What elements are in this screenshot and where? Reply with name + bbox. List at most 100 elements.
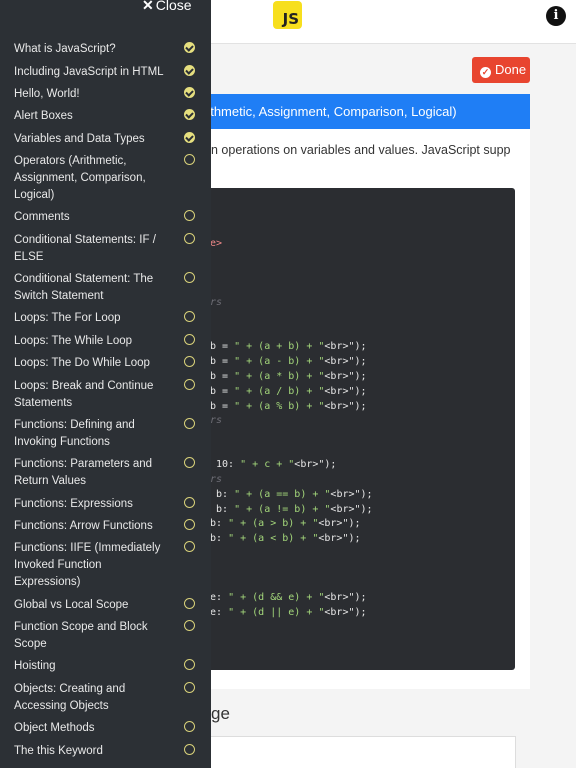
incomplete-circle-icon: [184, 541, 195, 552]
code-line: b: " + (a == b) + "<br>");: [210, 489, 373, 500]
sidebar-item[interactable]: Operators (Arithmetic, Assignment, Compa…: [14, 153, 195, 204]
sidebar-item-label: Functions: Defining and Invoking Functio…: [14, 419, 135, 448]
sidebar-item[interactable]: The this Keyword: [14, 743, 195, 760]
sidebar-item[interactable]: Conditional Statements: IF / ELSE: [14, 232, 195, 266]
sidebar-item-label: Hoisting: [14, 660, 56, 672]
code-line: e>: [210, 238, 223, 249]
sidebar-item[interactable]: Loops: Break and Continue Statements: [14, 378, 195, 412]
incomplete-circle-icon: [184, 272, 195, 283]
sidebar-item-label: Object Methods: [14, 722, 95, 734]
sidebar-item[interactable]: Functions: Parameters and Return Values: [14, 456, 195, 490]
sidebar-item[interactable]: Functions: Arrow Functions: [14, 518, 195, 535]
sidebar-item-label: Functions: Arrow Functions: [14, 520, 153, 532]
incomplete-circle-icon: [184, 721, 195, 732]
sidebar-item-label: Conditional Statement: The Switch Statem…: [14, 273, 154, 302]
done-button-label: Done: [495, 62, 527, 77]
incomplete-circle-icon: [184, 418, 195, 429]
code-line: b = " + (a % b) + "<br>");: [210, 401, 367, 412]
completed-check-icon: [184, 42, 195, 53]
sidebar-item[interactable]: Loops: The While Loop: [14, 333, 195, 350]
sidebar-item-label: Comments: [14, 211, 70, 223]
sidebar-item-label: Loops: The For Loop: [14, 312, 121, 324]
incomplete-circle-icon: [184, 311, 195, 322]
close-button[interactable]: ✕ Close: [142, 0, 192, 14]
sidebar-item[interactable]: Loops: The Do While Loop: [14, 355, 195, 372]
incomplete-circle-icon: [184, 379, 195, 390]
close-button-label: Close: [155, 0, 192, 13]
code-line: e: " + (d && e) + "<br>");: [210, 592, 367, 603]
sidebar-item[interactable]: Functions: IIFE (Immediately Invoked Fun…: [14, 540, 195, 591]
completed-check-icon: [184, 87, 195, 98]
completed-check-icon: [184, 109, 195, 120]
incomplete-circle-icon: [184, 682, 195, 693]
check-circle-icon: ✓: [480, 67, 491, 78]
sidebar-item-label: Functions: Parameters and Return Values: [14, 458, 153, 487]
incomplete-circle-icon: [184, 334, 195, 345]
sidebar-item[interactable]: What is JavaScript?: [14, 41, 195, 58]
code-line: e: " + (d || e) + "<br>");: [210, 607, 367, 618]
incomplete-circle-icon: [184, 233, 195, 244]
lesson-intro-text: n operations on variables and values. Ja…: [211, 143, 511, 157]
sidebar-item[interactable]: Hoisting: [14, 658, 195, 675]
incomplete-circle-icon: [184, 744, 195, 755]
incomplete-circle-icon: [184, 519, 195, 530]
incomplete-circle-icon: [184, 356, 195, 367]
sidebar-item[interactable]: Loops: The For Loop: [14, 310, 195, 327]
info-icon[interactable]: i: [546, 6, 566, 26]
close-icon: ✕: [142, 0, 154, 13]
lesson-title-bar: rithmetic, Assignment, Comparison, Logic…: [200, 94, 530, 129]
sidebar-item[interactable]: Global vs Local Scope: [14, 597, 195, 614]
sidebar-item[interactable]: Comments: [14, 209, 195, 226]
sidebar-item-label: Variables and Data Types: [14, 133, 145, 145]
sidebar-item[interactable]: Function Scope and Block Scope: [14, 619, 195, 653]
sidebar-item-label: Hello, World!: [14, 88, 80, 100]
incomplete-circle-icon: [184, 154, 195, 165]
next-section-box: [200, 736, 516, 768]
sidebar-item[interactable]: Including JavaScript in HTML: [14, 64, 195, 81]
code-block: e> rs b = " + (a + b) + "<br>"); b = " +…: [200, 188, 515, 670]
sidebar-item-label: Operators (Arithmetic, Assignment, Compa…: [14, 155, 146, 201]
code-line: b = " + (a * b) + "<br>");: [210, 371, 367, 382]
code-line: b: " + (a > b) + "<br>");: [210, 518, 361, 529]
sidebar-item-label: Functions: IIFE (Immediately Invoked Fun…: [14, 542, 161, 588]
sidebar-item-label: Functions: Expressions: [14, 498, 133, 510]
sidebar-item-label: Including JavaScript in HTML: [14, 66, 164, 78]
incomplete-circle-icon: [184, 620, 195, 631]
done-button[interactable]: ✓ Done: [472, 57, 530, 83]
sidebar-item-label: Loops: The While Loop: [14, 335, 133, 347]
incomplete-circle-icon: [184, 659, 195, 670]
completed-check-icon: [184, 132, 195, 143]
code-line: b = " + (a + b) + "<br>");: [210, 341, 367, 352]
sidebar-item-label: Objects: Creating and Accessing Objects: [14, 683, 126, 712]
sidebar-item[interactable]: Object Methods: [14, 720, 195, 737]
js-logo-icon: JS: [273, 1, 302, 29]
sidebar-item[interactable]: Functions: Defining and Invoking Functio…: [14, 417, 195, 451]
sidebar-item-label: Loops: The Do While Loop: [14, 357, 150, 369]
incomplete-circle-icon: [184, 210, 195, 221]
code-line: rs: [210, 474, 223, 485]
sidebar-item[interactable]: Hello, World!: [14, 86, 195, 103]
completed-check-icon: [184, 65, 195, 76]
sidebar-item[interactable]: Alert Boxes: [14, 108, 195, 125]
sidebar-item-label: What is JavaScript?: [14, 43, 116, 55]
code-line: rs: [210, 297, 223, 308]
lesson-sidebar: ✕ Close What is JavaScript? Including Java…: [0, 0, 211, 768]
code-line: b = " + (a / b) + "<br>");: [210, 386, 367, 397]
sidebar-item-label: Conditional Statements: IF / ELSE: [14, 234, 156, 263]
sidebar-item[interactable]: Functions: Expressions: [14, 496, 195, 513]
sidebar-item-label: Function Scope and Block Scope: [14, 621, 148, 650]
sidebar-item-label: The this Keyword: [14, 745, 103, 757]
sidebar-item-label: Alert Boxes: [14, 110, 73, 122]
code-line: b: " + (a < b) + "<br>");: [210, 533, 361, 544]
incomplete-circle-icon: [184, 598, 195, 609]
sidebar-item[interactable]: Objects: Creating and Accessing Objects: [14, 681, 195, 715]
code-line: rs: [210, 415, 223, 426]
code-line: b: " + (a != b) + "<br>");: [210, 504, 373, 515]
code-line: b = " + (a - b) + "<br>");: [210, 356, 367, 367]
incomplete-circle-icon: [184, 497, 195, 508]
sidebar-item[interactable]: Conditional Statement: The Switch Statem…: [14, 271, 195, 305]
sidebar-item-label: Global vs Local Scope: [14, 599, 129, 611]
sidebar-item-label: Loops: Break and Continue Statements: [14, 380, 154, 409]
incomplete-circle-icon: [184, 457, 195, 468]
sidebar-item[interactable]: Variables and Data Types: [14, 131, 195, 148]
